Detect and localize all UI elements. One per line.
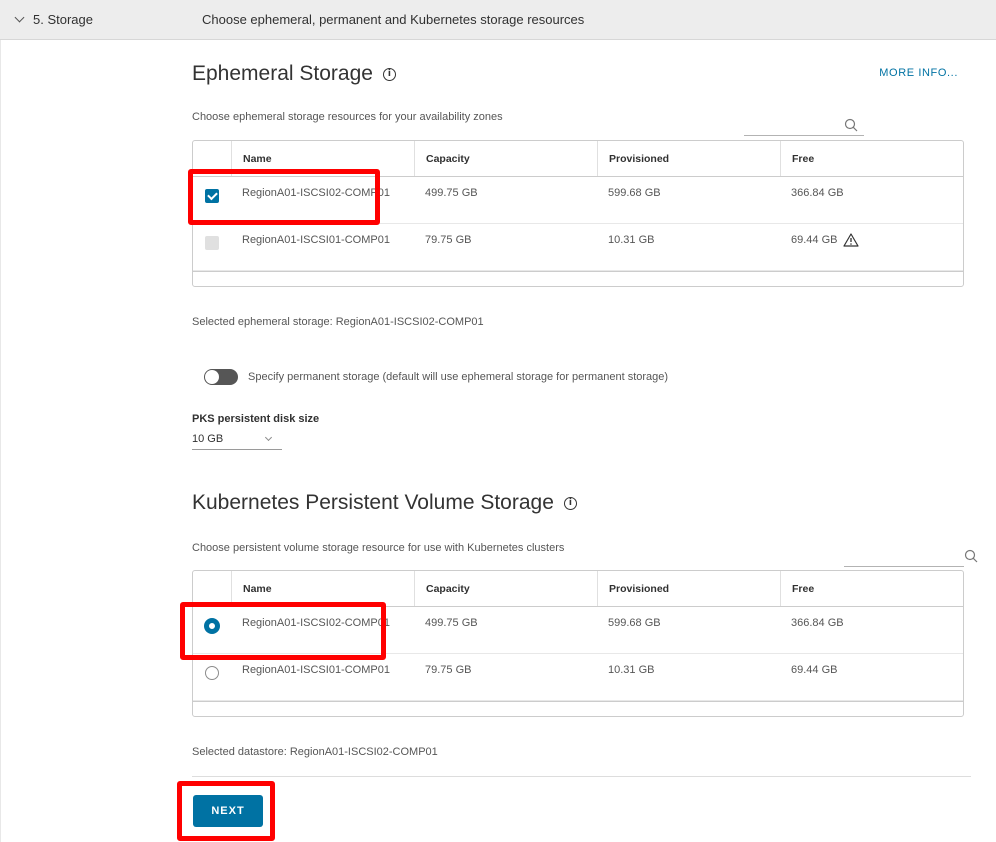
select-column (193, 571, 231, 606)
row-free: 366.84 GB (780, 177, 963, 223)
grid-footer (193, 271, 963, 286)
warning-icon (843, 233, 860, 247)
column-name[interactable]: Name (231, 141, 414, 176)
disk-size-value: 10 GB (192, 433, 224, 445)
step-header: 5. Storage Choose ephemeral, permanent a… (0, 0, 996, 40)
ephemeral-title-text: Ephemeral Storage (192, 62, 373, 85)
row-provisioned: 10.31 GB (608, 664, 655, 676)
kubernetes-grid: Name Capacity Provisioned Free RegionA01… (192, 570, 964, 717)
row-free-value: 366.84 GB (791, 187, 844, 199)
row-free: 366.84 GB (791, 617, 844, 629)
row-capacity: 79.75 GB (425, 234, 472, 246)
column-free[interactable]: Free (780, 141, 963, 176)
grid-footer (193, 701, 963, 716)
row-select (193, 177, 231, 223)
kubernetes-search[interactable] (844, 547, 978, 567)
search-icon (964, 549, 978, 563)
step-description: Choose ephemeral, permanent and Kubernet… (202, 12, 585, 27)
selected-ephemeral-text: Selected ephemeral storage: RegionA01-IS… (192, 316, 484, 328)
permanent-storage-label: Specify permanent storage (default will … (248, 371, 669, 383)
ephemeral-grid: Name Capacity Provisioned Free RegionA01… (192, 140, 964, 287)
ephemeral-subtitle: Choose ephemeral storage resources for y… (192, 111, 503, 123)
grid-header: Name Capacity Provisioned Free (193, 571, 963, 607)
info-icon[interactable]: i (382, 67, 396, 81)
selected-datastore-text: Selected datastore: RegionA01-ISCSI02-CO… (192, 746, 438, 758)
row-free: 69.44 GB (791, 664, 838, 676)
grid-header: Name Capacity Provisioned Free (193, 141, 963, 177)
row-select (193, 607, 231, 653)
column-capacity[interactable]: Capacity (414, 571, 597, 606)
search-icon (844, 118, 858, 132)
ephemeral-title: Ephemeral Storage i (192, 62, 396, 86)
disk-size-label: PKS persistent disk size (192, 413, 320, 425)
row-capacity: 79.75 GB (425, 664, 472, 676)
table-row[interactable]: RegionA01-ISCSI02-COMP01 499.75 GB 599.6… (193, 607, 963, 654)
info-icon[interactable]: i (563, 496, 577, 510)
radio-selected[interactable] (205, 619, 219, 633)
table-row: RegionA01-ISCSI01-COMP01 79.75 GB 10.31 … (193, 224, 963, 271)
next-button[interactable]: NEXT (193, 795, 263, 827)
row-free-value: 69.44 GB (791, 234, 838, 246)
radio-unselected[interactable] (205, 666, 219, 680)
kubernetes-title-text: Kubernetes Persistent Volume Storage (192, 491, 554, 514)
row-provisioned: 599.68 GB (608, 187, 661, 199)
row-name: RegionA01-ISCSI02-COMP01 (242, 617, 390, 629)
divider (192, 776, 971, 777)
disk-size-select[interactable]: 10 GB (192, 430, 282, 450)
column-provisioned[interactable]: Provisioned (597, 141, 780, 176)
row-name: RegionA01-ISCSI02-COMP01 (242, 187, 390, 199)
chevron-down-icon (14, 12, 25, 23)
permanent-storage-toggle-row: Specify permanent storage (default will … (204, 369, 668, 385)
ephemeral-search[interactable] (744, 116, 864, 136)
row-select (193, 654, 231, 700)
column-free[interactable]: Free (780, 571, 963, 606)
row-capacity: 499.75 GB (425, 617, 478, 629)
table-row[interactable]: RegionA01-ISCSI01-COMP01 79.75 GB 10.31 … (193, 654, 963, 701)
kubernetes-title: Kubernetes Persistent Volume Storage i (192, 491, 577, 515)
step-label: 5. Storage (33, 12, 93, 27)
checkbox-checked[interactable] (205, 189, 219, 203)
more-info-link[interactable]: MORE INFO... (879, 67, 958, 79)
checkbox-disabled (205, 236, 219, 250)
select-column (193, 141, 231, 176)
row-provisioned: 10.31 GB (608, 234, 655, 246)
toggle-knob (205, 370, 219, 384)
kubernetes-subtitle: Choose persistent volume storage resourc… (192, 542, 565, 554)
column-provisioned[interactable]: Provisioned (597, 571, 780, 606)
step-toggle[interactable]: 5. Storage (14, 12, 93, 27)
row-select (193, 224, 231, 270)
permanent-storage-toggle[interactable] (204, 369, 238, 385)
row-provisioned: 599.68 GB (608, 617, 661, 629)
left-divider (0, 40, 1, 842)
column-name[interactable]: Name (231, 571, 414, 606)
row-name: RegionA01-ISCSI01-COMP01 (242, 234, 390, 246)
row-name: RegionA01-ISCSI01-COMP01 (242, 664, 390, 676)
column-capacity[interactable]: Capacity (414, 141, 597, 176)
table-row[interactable]: RegionA01-ISCSI02-COMP01 499.75 GB 599.6… (193, 177, 963, 224)
row-free: 69.44 GB (780, 224, 963, 270)
chevron-down-icon (264, 433, 273, 442)
row-capacity: 499.75 GB (425, 187, 478, 199)
